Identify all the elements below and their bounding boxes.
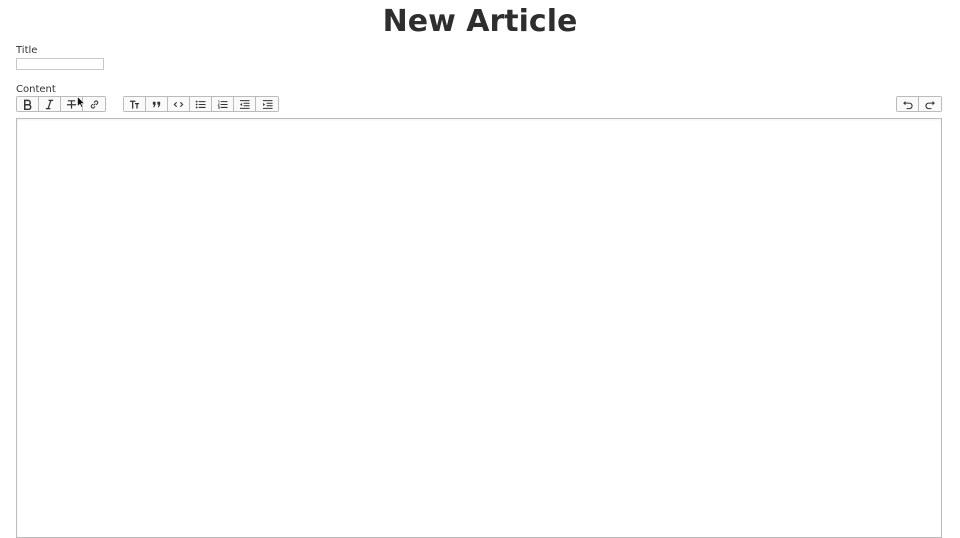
link-button[interactable]	[83, 97, 105, 111]
bullet-list-button[interactable]	[190, 97, 212, 111]
italic-icon	[45, 99, 54, 109]
indent-button[interactable]	[256, 97, 278, 111]
numbered-list-button[interactable]	[212, 97, 234, 111]
title-label: Title	[16, 45, 38, 56]
code-icon	[173, 101, 184, 107]
italic-button[interactable]	[39, 97, 61, 111]
toolbar-history-group	[896, 96, 942, 112]
quote-button[interactable]	[146, 97, 168, 111]
undo-icon	[903, 100, 913, 109]
bold-button[interactable]	[17, 97, 39, 111]
numbered-list-icon	[217, 100, 228, 109]
indent-icon	[262, 99, 273, 109]
outdent-icon	[239, 99, 250, 109]
undo-button[interactable]	[897, 97, 919, 111]
heading-button[interactable]	[124, 97, 146, 111]
quote-icon	[152, 101, 161, 107]
bold-icon	[24, 99, 32, 110]
content-editor[interactable]	[16, 118, 942, 538]
outdent-button[interactable]	[234, 97, 256, 111]
strikethrough-icon	[66, 99, 77, 109]
page-title: New Article	[382, 4, 578, 39]
code-button[interactable]	[168, 97, 190, 111]
link-icon	[90, 100, 98, 108]
redo-icon	[924, 100, 935, 109]
bullet-list-icon	[195, 100, 206, 108]
content-label: Content	[16, 84, 56, 95]
title-input[interactable]	[16, 58, 104, 70]
toolbar-block-group	[123, 96, 279, 112]
heading-icon	[129, 100, 140, 109]
mouse-pointer-icon	[77, 96, 85, 108]
toolbar-inline-group	[16, 96, 106, 112]
redo-button[interactable]	[919, 97, 941, 111]
